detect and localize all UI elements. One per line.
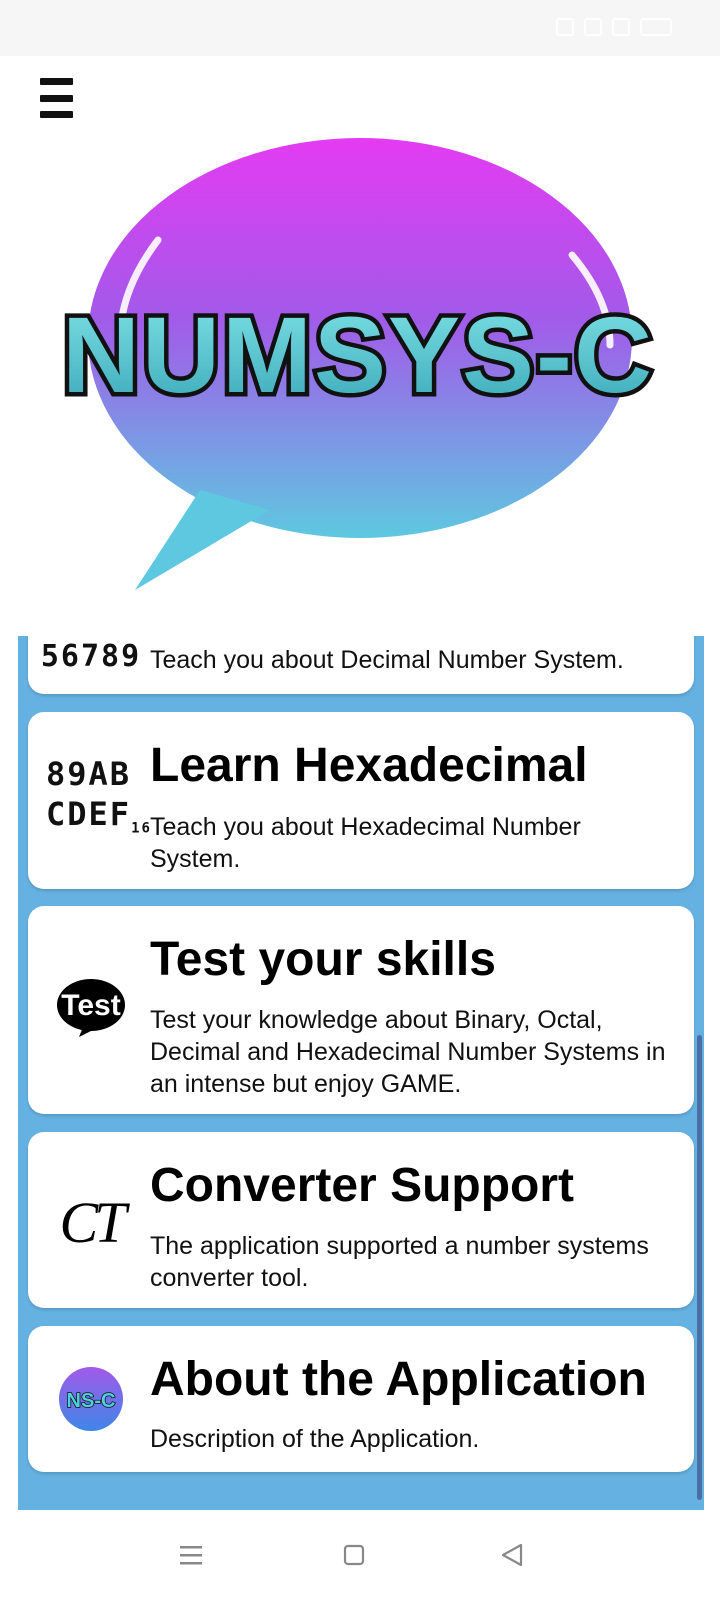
hex-icon-line1: 89AB — [46, 754, 132, 793]
card-about-title: About the Application — [150, 1353, 647, 1406]
card-decimal-description: Teach you about Decimal Number System. — [150, 646, 624, 674]
test-bubble-icon: Test — [46, 976, 136, 1040]
signal-2-icon — [612, 18, 630, 36]
converter-ct-icon: CT — [59, 1189, 127, 1255]
card-hexadecimal[interactable]: 89AB CDEF16 Learn Hexadecimal Teach you … — [28, 712, 694, 889]
signal-icon — [584, 18, 602, 36]
app-logo: NUMSYS-C — [0, 130, 720, 610]
hexadecimal-icon: 89AB CDEF16 — [46, 754, 150, 846]
status-icons — [556, 18, 672, 36]
hamburger-menu-icon[interactable] — [40, 78, 76, 118]
card-hexadecimal-description: Teach you about Hexadecimal Number Syste… — [150, 813, 581, 873]
card-test-skills-title: Test your skills — [150, 933, 496, 986]
scrollbar[interactable] — [697, 1035, 702, 1500]
system-nav-bar — [0, 1510, 720, 1600]
features-list: 56789 Teach you about Decimal Number Sys… — [18, 636, 704, 1510]
card-converter-title: Converter Support — [150, 1159, 575, 1212]
card-test-skills-description: Test your knowledge about Binary, Octal,… — [150, 1006, 666, 1098]
home-icon[interactable] — [339, 1540, 369, 1570]
svg-text:Test: Test — [61, 989, 120, 1022]
battery-icon — [640, 18, 672, 36]
back-icon[interactable] — [497, 1540, 527, 1570]
card-about[interactable]: NS-C About the Application Description o… — [28, 1326, 694, 1472]
logo-text: NUMSYS-C — [62, 294, 654, 415]
decimal-icon: 56789 — [40, 638, 142, 674]
card-decimal[interactable]: 56789 Teach you about Decimal Number Sys… — [28, 636, 694, 694]
about-logo-icon: NS-C — [46, 1366, 136, 1432]
status-bar — [0, 0, 720, 56]
card-test-skills[interactable]: Test Test your skills Test your knowledg… — [28, 906, 694, 1114]
card-hexadecimal-title: Learn Hexadecimal — [150, 739, 588, 792]
hex-icon-line2: CDEF16 — [46, 794, 152, 837]
svg-text:NS-C: NS-C — [67, 1390, 116, 1412]
card-converter-description: The application supported a number syste… — [150, 1232, 649, 1292]
recents-icon[interactable] — [176, 1540, 206, 1570]
card-converter[interactable]: CT Converter Support The application sup… — [28, 1132, 694, 1308]
card-about-description: Description of the Application. — [150, 1425, 480, 1453]
alarm-icon — [556, 18, 574, 36]
